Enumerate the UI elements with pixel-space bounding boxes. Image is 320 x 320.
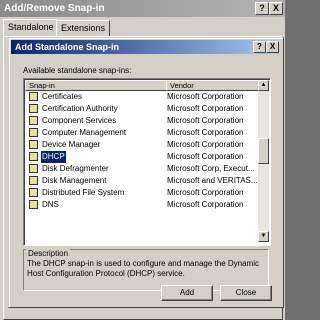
snapin-name: Distributed File System [42, 188, 125, 197]
close-button[interactable]: Close [220, 285, 272, 301]
tab-extensions[interactable]: Extensions [56, 20, 111, 37]
list-item[interactable]: Component Services Microsoft Corporation [25, 115, 257, 127]
outer-close-button[interactable]: X [269, 2, 283, 15]
snapin-vendor: Microsoft Corporation [167, 188, 244, 197]
scroll-down-icon[interactable]: ▼ [258, 231, 269, 242]
snapin-icon [29, 188, 38, 197]
snapin-name: DNS [42, 200, 59, 209]
list-item[interactable]: Distributed File System Microsoft Corpora… [25, 187, 257, 199]
vertical-scrollbar[interactable]: ▲ ▼ [258, 80, 269, 242]
snapin-icon [29, 104, 38, 113]
tab-standalone[interactable]: Standalone [3, 19, 59, 37]
dialog-close-button[interactable]: X [266, 41, 279, 53]
scroll-thumb[interactable] [258, 138, 269, 164]
snapin-icon [29, 128, 38, 137]
snapin-name: Component Services [42, 116, 117, 125]
snapin-icon [29, 164, 38, 173]
dialog-title: Add Standalone Snap-in [15, 42, 120, 52]
add-button[interactable]: Add [161, 285, 213, 301]
add-standalone-snapin-dialog: Add Standalone Snap-in ? X Available sta… [8, 37, 284, 308]
snapin-list[interactable]: Snap-in Vendor Certificates Microsoft Cor… [23, 78, 271, 246]
list-label: Available standalone snap-ins: [23, 66, 132, 75]
description-text: The DHCP snap-in is used to configure an… [27, 259, 259, 278]
snapin-vendor: Microsoft Corporation [167, 104, 244, 113]
column-header-vendor[interactable]: Vendor [166, 80, 259, 91]
snapin-name: Disk Defragmenter [42, 164, 109, 173]
list-item[interactable]: Disk Management Microsoft and VERITAS... [25, 175, 258, 187]
snapin-name: Disk Management [42, 176, 107, 185]
snapin-vendor: Microsoft Corporation [167, 128, 244, 137]
dialog-title-bar: Add Standalone Snap-in ? X [11, 40, 279, 54]
add-remove-snapin-window: Add/Remove Snap-in ? X Standalone Extens… [0, 0, 285, 320]
list-item[interactable]: Computer Management Microsoft Corporation [25, 127, 257, 139]
list-rows: Certificates Microsoft Corporation Certif… [25, 91, 258, 211]
snapin-name: Certificates [42, 92, 83, 101]
snapin-name: Computer Management [42, 128, 127, 137]
outer-title: Add/Remove Snap-in [4, 3, 105, 14]
outer-title-bar: Add/Remove Snap-in ? X [0, 0, 285, 17]
snapin-icon [29, 176, 38, 185]
snapin-icon [29, 140, 38, 149]
snapin-name: DHCP [40, 150, 67, 164]
list-item[interactable]: Disk Defragmenter Microsoft Corp, Execut.… [25, 163, 257, 175]
snapin-vendor: Microsoft Corporation [167, 140, 244, 149]
snapin-vendor: Microsoft Corporation [167, 152, 244, 161]
snapin-icon [29, 200, 38, 209]
list-item[interactable]: Certificates Microsoft Corporation [25, 91, 257, 103]
list-item-selected[interactable]: DHCP Microsoft Corporation [25, 150, 257, 164]
snapin-icon [29, 116, 38, 125]
dialog-help-button[interactable]: ? [253, 41, 266, 53]
snapin-vendor: Microsoft Corp, Execut... [167, 164, 255, 173]
snapin-name: Device Manager [42, 140, 101, 149]
snapin-vendor: Microsoft Corporation [167, 200, 244, 209]
list-header: Snap-in Vendor [25, 80, 259, 91]
snapin-name: Certification Authority [42, 104, 118, 113]
column-header-snapin[interactable]: Snap-in [25, 80, 167, 91]
snapin-icon [29, 92, 38, 101]
list-item[interactable]: Device Manager Microsoft Corporation [25, 139, 257, 151]
outer-help-button[interactable]: ? [255, 2, 269, 15]
snapin-vendor: Microsoft and VERITAS... [167, 176, 258, 185]
list-item[interactable]: DNS Microsoft Corporation [25, 199, 257, 211]
snapin-icon [29, 152, 38, 161]
snapin-vendor: Microsoft Corporation [167, 116, 244, 125]
scroll-up-icon[interactable]: ▲ [258, 80, 269, 91]
list-item[interactable]: Certification Authority Microsoft Corpora… [25, 103, 257, 115]
snapin-vendor: Microsoft Corporation [167, 92, 244, 101]
description-title: Description [26, 249, 71, 258]
